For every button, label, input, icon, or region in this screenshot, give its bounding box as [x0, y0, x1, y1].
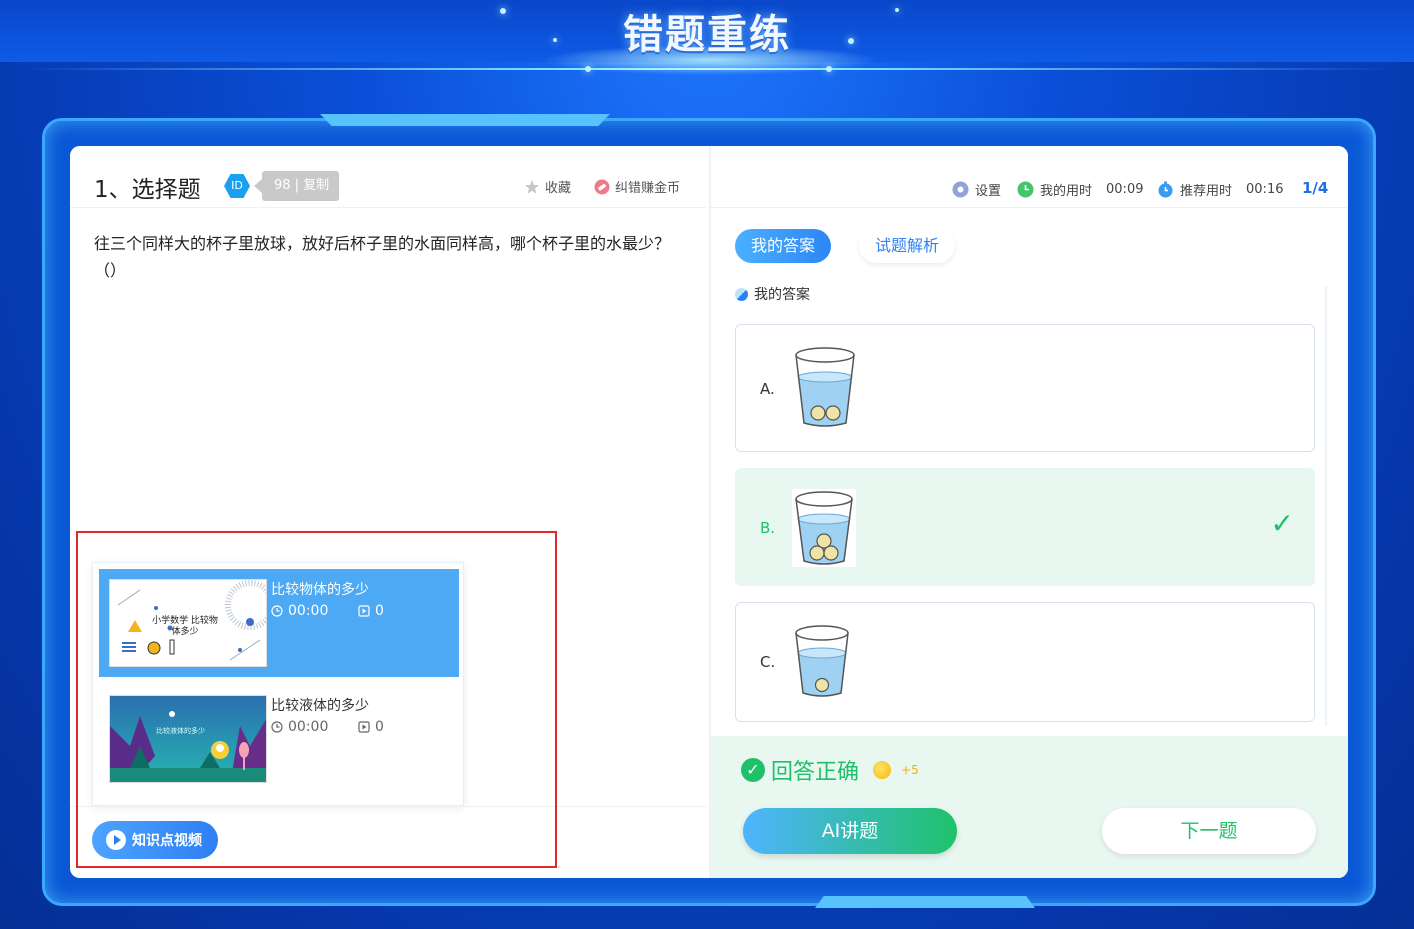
- thumbnail-caption: 比较液体的多少: [156, 727, 205, 735]
- video-duration: 00:00: [271, 603, 328, 619]
- favorite-label: 收藏: [545, 181, 572, 196]
- video-play-count: 0: [358, 719, 384, 735]
- question-header: 1、选择题 ID 98 | 复制 收藏 纠错赚金币: [70, 146, 707, 208]
- result-area: ✓ 回答正确 +5 AI讲题 下一题: [711, 736, 1348, 878]
- question-pane: 1、选择题 ID 98 | 复制 收藏 纠错赚金币 往三个同样大的杯子里放球，放…: [70, 146, 707, 878]
- next-question-button[interactable]: 下一题: [1102, 808, 1316, 854]
- section-dot-icon: [735, 287, 748, 301]
- play-icon: [106, 830, 126, 850]
- id-icon: ID: [224, 174, 250, 198]
- glass-image: [792, 489, 856, 567]
- my-time-value: 00:09: [1106, 182, 1144, 197]
- header-divider: [20, 68, 1394, 70]
- eraser-icon: [594, 179, 610, 194]
- tab-my-answer[interactable]: 我的答案: [735, 229, 832, 263]
- recommended-time-value: 00:16: [1246, 182, 1284, 197]
- video-duration-value: 00:00: [288, 719, 329, 735]
- question-text: 往三个同样大的杯子里放球，放好后杯子里的水面同样高，哪个杯子里的水最少？（）: [94, 234, 671, 280]
- answer-section-label: 我的答案: [735, 284, 810, 304]
- video-play-count-value: 0: [375, 719, 384, 735]
- video-play-count: 0: [358, 603, 384, 619]
- ai-explain-button[interactable]: AI讲题: [743, 808, 957, 854]
- answer-section-title: 我的答案: [754, 287, 810, 303]
- video-duration: 00:00: [271, 719, 328, 735]
- result-text: 回答正确: [771, 760, 860, 785]
- video-play-count-value: 0: [375, 603, 384, 619]
- video-item[interactable]: 比较液体的多少 比较液体的多少 00:00 0: [99, 685, 459, 793]
- gear-icon: [952, 181, 969, 198]
- copy-id-button[interactable]: 98 | 复制: [253, 171, 340, 201]
- correct-earn-coins-label: 纠错赚金币: [615, 181, 681, 196]
- liquid-thumbnail-illustration: [110, 696, 266, 782]
- result-status: ✓ 回答正确 +5: [741, 754, 919, 786]
- recommended-time-label: 推荐用时: [1180, 184, 1233, 199]
- play-count-icon: [358, 721, 370, 733]
- answer-header: 设置 我的用时 00:09 推荐用时 00:16 1/4: [711, 146, 1348, 208]
- knowledge-video-button[interactable]: 知识点视频: [92, 821, 218, 859]
- video-duration-value: 00:00: [288, 603, 329, 619]
- scrollbar[interactable]: [1325, 286, 1327, 726]
- recommended-time: 推荐用时 00:16: [1157, 180, 1283, 199]
- page-title: 错题重练: [623, 12, 791, 58]
- decor-dot: [553, 38, 557, 42]
- play-count-icon: [358, 605, 370, 617]
- question-title: 1、选择题: [94, 177, 201, 203]
- page-header: 错题重练: [0, 0, 1414, 80]
- glass-image: [795, 347, 855, 427]
- settings-button[interactable]: 设置: [952, 180, 1001, 199]
- video-thumbnail: 比较液体的多少: [109, 695, 267, 783]
- stopwatch-icon: [1158, 181, 1173, 198]
- check-circle-icon: ✓: [741, 758, 765, 782]
- my-time-label: 我的用时: [1040, 184, 1093, 199]
- option-label: A.: [760, 380, 775, 398]
- option-label: B.: [760, 519, 776, 537]
- clock-icon: [271, 605, 283, 617]
- my-time: 我的用时 00:09: [1017, 180, 1143, 199]
- frame-top-tab: [320, 114, 610, 126]
- coin-icon: [873, 761, 892, 779]
- thumbnail-caption: 小学数学 比较物体多少: [152, 616, 218, 637]
- question-card: 1、选择题 ID 98 | 复制 收藏 纠错赚金币 往三个同样大的杯子里放球，放…: [70, 146, 1348, 878]
- left-bottom-bar: 知识点视频: [70, 806, 707, 878]
- glass-image: [795, 625, 849, 697]
- clock-icon: [1017, 181, 1034, 198]
- video-title: 比较液体的多少: [271, 698, 369, 714]
- decor-dot: [585, 66, 591, 72]
- option-label: C.: [760, 653, 776, 671]
- page-indicator: 1/4: [1302, 179, 1329, 197]
- reward-value: +5: [901, 763, 919, 777]
- decor-dot: [500, 8, 506, 14]
- answer-pane: 设置 我的用时 00:09 推荐用时 00:16 1/4 我的答案 试题解析 我…: [709, 146, 1348, 878]
- video-thumbnail: 小学数学 比较物体多少: [109, 579, 267, 667]
- video-item[interactable]: 小学数学 比较物体多少 比较物体的多少 00:00 0: [99, 569, 459, 677]
- star-icon: [525, 179, 539, 194]
- clock-icon: [271, 721, 283, 733]
- settings-label: 设置: [975, 184, 1002, 199]
- video-list-panel: 小学数学 比较物体多少 比较物体的多少 00:00 0 比较液体的多少 比较液体…: [92, 562, 464, 806]
- correct-earn-coins-button[interactable]: 纠错赚金币: [594, 177, 680, 196]
- knowledge-video-label: 知识点视频: [132, 833, 202, 849]
- tab-analysis[interactable]: 试题解析: [859, 229, 956, 263]
- option-a[interactable]: A.: [735, 324, 1315, 452]
- decor-dot: [895, 8, 899, 12]
- check-icon: ✓: [1270, 507, 1294, 540]
- option-b[interactable]: B. ✓: [735, 468, 1315, 586]
- option-c[interactable]: C.: [735, 602, 1315, 722]
- video-title: 比较物体的多少: [271, 582, 369, 598]
- favorite-button[interactable]: 收藏: [524, 177, 571, 196]
- decor-dot: [848, 38, 854, 44]
- frame-bottom-tab: [815, 896, 1035, 908]
- decor-dot: [826, 66, 832, 72]
